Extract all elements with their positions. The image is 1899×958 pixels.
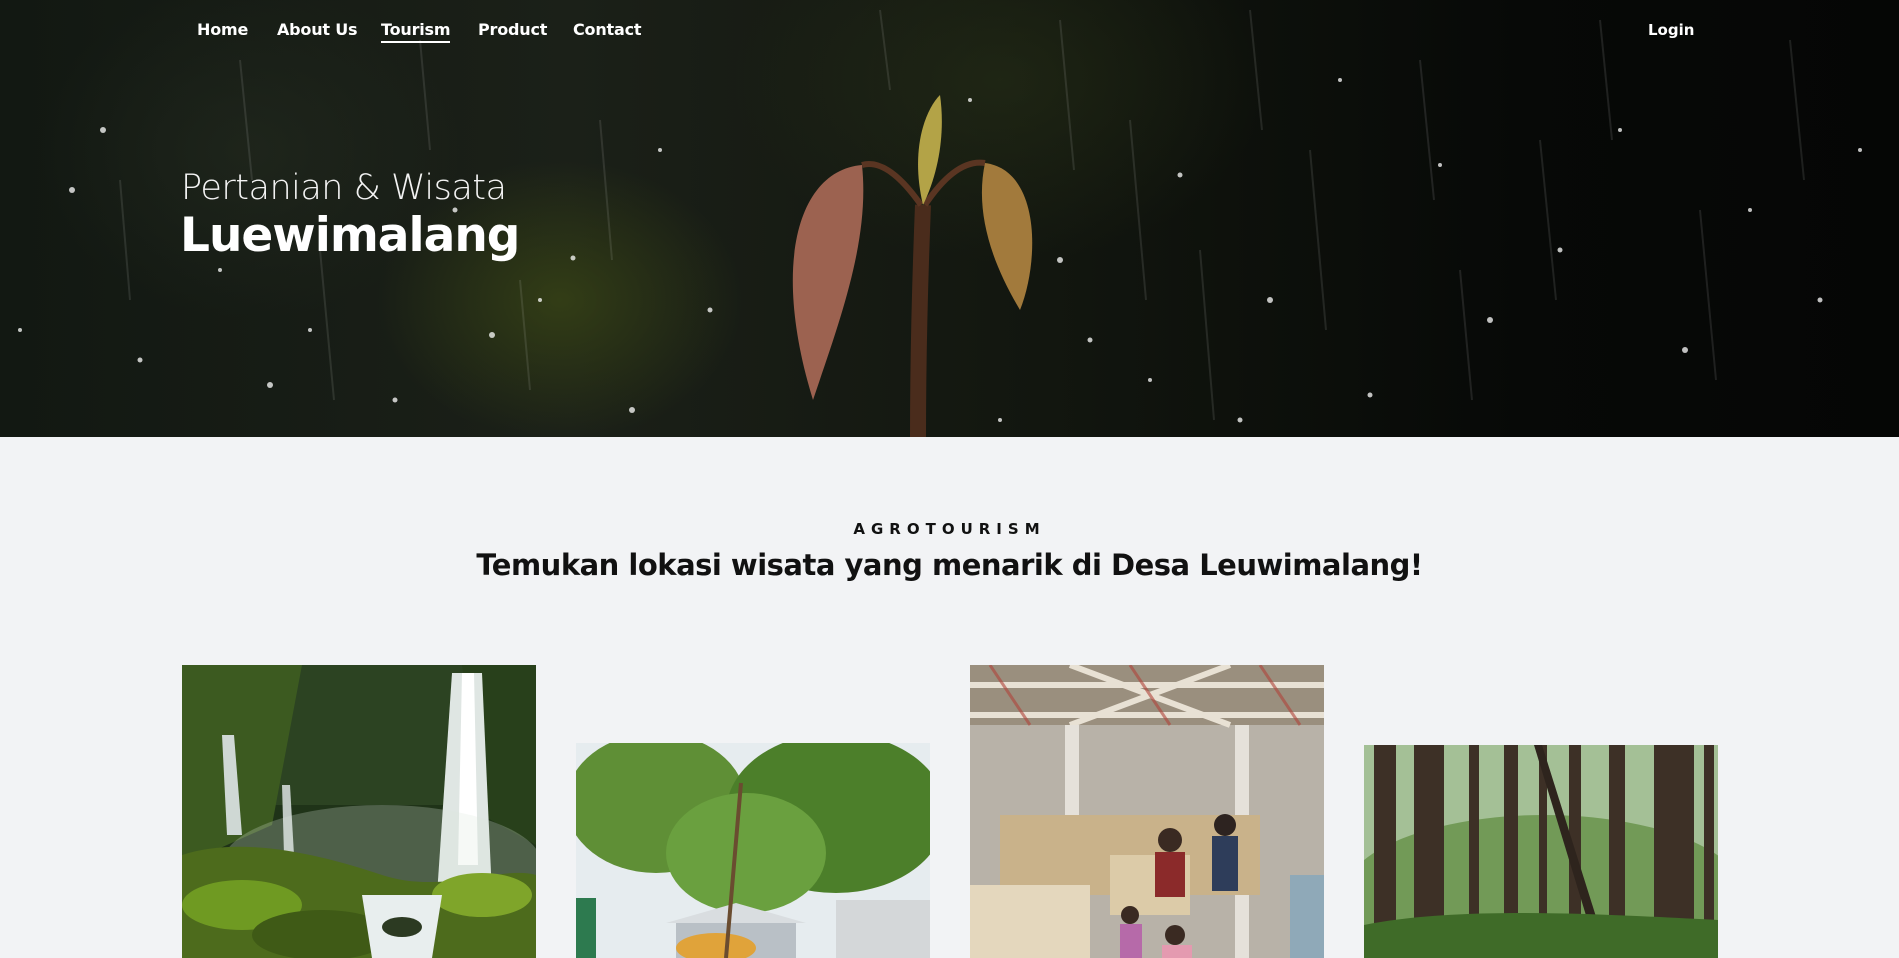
- tourism-card-craft[interactable]: [970, 665, 1324, 958]
- section-eyebrow: AGROTOURISM: [853, 520, 1046, 538]
- garden-photo-icon: [576, 743, 930, 958]
- tourism-card-garden[interactable]: [576, 743, 930, 958]
- login-link[interactable]: Login: [1648, 21, 1694, 39]
- main-navigation: Home About Us Tourism Product Contact Lo…: [0, 0, 1899, 62]
- seedling-icon: [792, 95, 1033, 437]
- section-title: Temukan lokasi wisata yang menarik di De…: [476, 548, 1423, 582]
- hero-subtitle: Pertanian & Wisata: [181, 168, 507, 208]
- nav-about-us-link[interactable]: About Us: [277, 20, 358, 39]
- nav-tourism-link[interactable]: Tourism: [381, 20, 451, 43]
- forest-photo-icon: [1364, 745, 1718, 958]
- hero-banner: Home About Us Tourism Product Contact Lo…: [0, 0, 1899, 437]
- nav-product-link[interactable]: Product: [478, 20, 547, 39]
- waterfall-photo-icon: [182, 665, 536, 958]
- hero-title: Luewimalang: [180, 208, 520, 263]
- nav-home-link[interactable]: Home: [197, 20, 248, 39]
- tourism-card-forest[interactable]: [1364, 745, 1718, 958]
- craft-workshop-photo-icon: [970, 665, 1324, 958]
- tourism-card-waterfall[interactable]: [182, 665, 536, 958]
- nav-contact-link[interactable]: Contact: [573, 20, 642, 39]
